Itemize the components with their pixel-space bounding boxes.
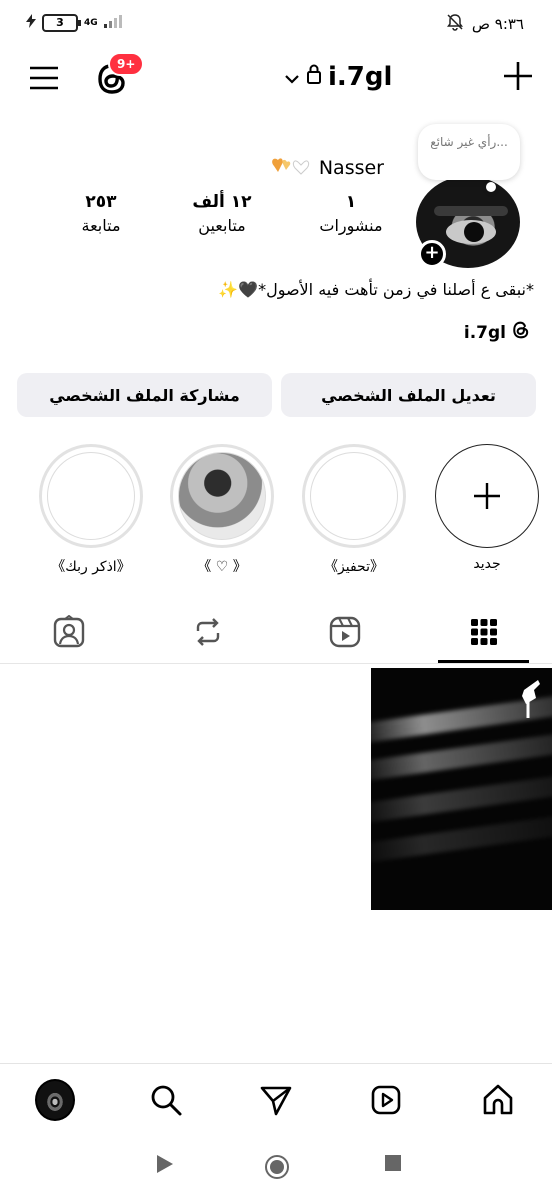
name-emojis bbox=[269, 154, 313, 181]
back-icon[interactable] bbox=[156, 1154, 174, 1178]
highlight-ring bbox=[39, 444, 143, 548]
notification-badge: 9+ bbox=[108, 52, 145, 76]
recents-icon[interactable] bbox=[384, 1154, 402, 1176]
stat-posts[interactable]: ١ منشورات bbox=[316, 192, 386, 235]
tab-grid[interactable] bbox=[464, 612, 504, 652]
stat-following-label: متابعة bbox=[81, 216, 121, 235]
battery-icon: 3 bbox=[42, 14, 81, 32]
avatar-brow bbox=[434, 206, 508, 216]
username: i.7gl bbox=[328, 62, 393, 92]
highlight-ring bbox=[302, 444, 406, 548]
nav-search[interactable] bbox=[146, 1080, 186, 1120]
stat-followers-value: ١٢ ألف bbox=[192, 192, 252, 212]
highlight-motivation[interactable]: 《تحفيز》 bbox=[302, 444, 406, 576]
stat-posts-label: منشورات bbox=[319, 216, 383, 235]
home-button-icon[interactable] bbox=[264, 1154, 290, 1184]
pin-icon bbox=[518, 676, 544, 724]
share-profile-label: مشاركة الملف الشخصي bbox=[49, 385, 240, 405]
send-icon bbox=[260, 1086, 292, 1116]
tab-tagged[interactable] bbox=[49, 612, 89, 652]
nav-messages[interactable] bbox=[256, 1080, 296, 1120]
highlight-label: 《اذكر ربك》 bbox=[51, 559, 131, 575]
highlight-heart[interactable]: 《 ♡ 》 bbox=[170, 444, 274, 576]
system-navigation bbox=[0, 1134, 552, 1192]
reels-play-icon bbox=[371, 1085, 401, 1115]
highlight-cover bbox=[47, 452, 135, 540]
bottom-nav bbox=[0, 1063, 552, 1133]
highlight-new[interactable]: جديد bbox=[435, 444, 539, 572]
highlight-label: جديد bbox=[473, 556, 501, 572]
repost-icon bbox=[196, 618, 220, 646]
nav-home[interactable] bbox=[478, 1080, 518, 1120]
mute-notification-icon bbox=[446, 13, 464, 35]
stat-posts-value: ١ bbox=[345, 192, 357, 212]
chevron-down-icon bbox=[284, 62, 300, 92]
display-name-text: Nasser bbox=[318, 156, 384, 179]
highlight-cover bbox=[178, 452, 266, 540]
home-icon bbox=[483, 1084, 513, 1115]
highlight-cover bbox=[310, 452, 398, 540]
account-switcher[interactable]: i.7gl bbox=[284, 62, 392, 92]
avatar-iris bbox=[464, 222, 484, 242]
stat-followers[interactable]: ١٢ ألف متابعين bbox=[185, 192, 259, 235]
plus-icon bbox=[474, 483, 500, 509]
bio: *نبقى ع أصلنا في زمن تأهت فيه الأصول*🖤✨ bbox=[218, 280, 534, 299]
light-streak bbox=[371, 811, 552, 865]
edit-profile-button[interactable]: تعديل الملف الشخصي bbox=[281, 373, 536, 417]
search-icon bbox=[151, 1085, 182, 1116]
post-overlay-text: ررررررر bbox=[61, 708, 176, 741]
create-icon[interactable] bbox=[502, 60, 534, 96]
status-bar: 3 4G ٩:٣٦ ص bbox=[0, 0, 552, 46]
flash-icon bbox=[26, 14, 36, 32]
threads-small-icon bbox=[512, 320, 530, 345]
menu-icon[interactable] bbox=[28, 64, 60, 96]
highlight-ring bbox=[170, 444, 274, 548]
grid-icon bbox=[471, 619, 497, 645]
reels-icon bbox=[329, 616, 361, 648]
add-story-button[interactable]: + bbox=[418, 240, 446, 268]
status-left: 3 4G bbox=[26, 14, 126, 32]
new-highlight-circle bbox=[435, 444, 539, 548]
top-bar: 9+ i.7gl bbox=[0, 52, 552, 108]
clock: ٩:٣٦ ص bbox=[471, 15, 524, 33]
stat-following-value: ٢٥٣ bbox=[85, 192, 117, 212]
display-name: Nasser bbox=[269, 154, 384, 181]
network-type: 4G bbox=[84, 17, 98, 28]
highlight-label: 《 ♡ 》 bbox=[197, 559, 247, 575]
lock-icon bbox=[306, 62, 322, 92]
nav-reels[interactable] bbox=[366, 1080, 406, 1120]
stat-following[interactable]: ٢٥٣ متابعة bbox=[72, 192, 130, 235]
share-profile-button[interactable]: مشاركة الملف الشخصي bbox=[17, 373, 272, 417]
tab-reels[interactable] bbox=[325, 612, 365, 652]
profile-note[interactable]: رأي غير شائع... bbox=[418, 124, 520, 192]
active-tab-indicator bbox=[438, 660, 529, 663]
note-text: رأي غير شائع... bbox=[430, 135, 508, 149]
profile-tabs bbox=[0, 604, 552, 664]
network-label: 4G bbox=[84, 17, 98, 28]
threads-profile-link[interactable]: i.7gl bbox=[464, 320, 530, 345]
signal-icon bbox=[103, 14, 126, 32]
threads-handle: i.7gl bbox=[463, 322, 506, 343]
edit-profile-label: تعديل الملف الشخصي bbox=[321, 385, 496, 405]
tagged-person-icon bbox=[53, 615, 85, 648]
light-streak bbox=[371, 771, 552, 825]
status-right: ٩:٣٦ ص bbox=[446, 13, 524, 35]
tab-reposts[interactable] bbox=[188, 612, 228, 652]
profile-avatar-small bbox=[35, 1079, 75, 1121]
highlight-remember[interactable]: 《اذكر ربك》 bbox=[39, 444, 143, 576]
nav-profile[interactable] bbox=[35, 1079, 75, 1121]
stat-followers-label: متابعين bbox=[198, 216, 246, 235]
highlight-label: 《تحفيز》 bbox=[324, 559, 384, 575]
